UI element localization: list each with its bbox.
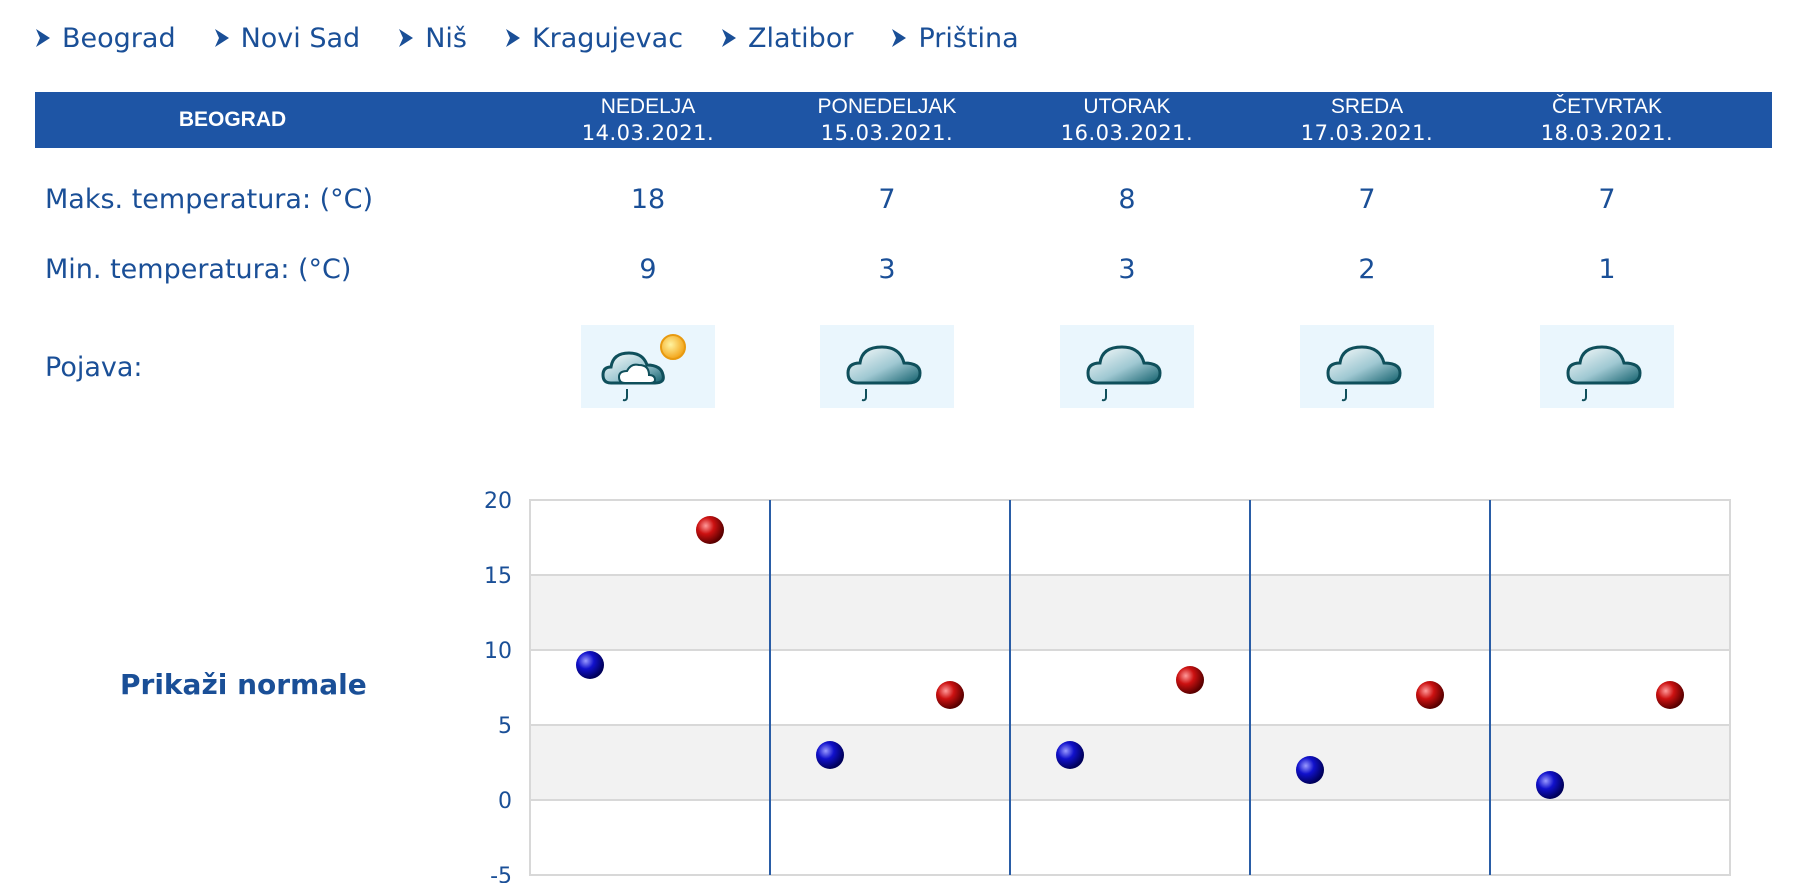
arrow-right-icon [214, 29, 229, 47]
min-temp-point [1296, 756, 1324, 784]
day-name: NEDELJA [600, 95, 696, 118]
city-link[interactable]: Niš [398, 23, 467, 54]
arrow-right-icon [722, 29, 737, 47]
max-temp-label: Maks. temperatura: (°C) [45, 184, 374, 215]
city-link-label: Novi Sad [240, 22, 361, 54]
day-name: ČETVRTAK [1551, 95, 1663, 118]
min-temp-value: 3 [878, 254, 896, 285]
day-date: 14.03.2021. [581, 121, 715, 145]
min-temp-value: 2 [1358, 254, 1376, 285]
day-date: 18.03.2021. [1540, 121, 1674, 145]
day-date: 17.03.2021. [1300, 121, 1434, 145]
y-tick-label: 20 [484, 489, 512, 514]
city-link-label: Niš [425, 22, 467, 54]
city-link[interactable]: Kragujevac [505, 23, 683, 54]
day-name: PONEDELJAK [817, 95, 957, 118]
cloud-light-rain-icon [1540, 325, 1674, 408]
max-temp-point [696, 516, 724, 544]
city-link[interactable]: Novi Sad [214, 22, 361, 54]
max-temp-value: 18 [630, 184, 666, 215]
city-link-label: Zlatibor [748, 22, 854, 54]
y-tick-label: 10 [484, 639, 512, 664]
min-temp-point [576, 651, 604, 679]
city-link-label: Priština [918, 22, 1019, 54]
chart-band [530, 800, 1730, 875]
city-link[interactable]: Priština [891, 22, 1019, 54]
y-tick-label: -5 [490, 864, 512, 883]
city-link[interactable]: Beograd [35, 23, 176, 54]
chart-band [530, 575, 1730, 650]
day-header: ČETVRTAK 18.03.2021. [1507, 94, 1707, 146]
max-temp-value: 7 [1598, 184, 1616, 215]
min-temp-point [1536, 771, 1564, 799]
day-date: 16.03.2021. [1060, 121, 1194, 145]
y-tick-label: 0 [498, 789, 512, 814]
city-link[interactable]: Zlatibor [721, 23, 853, 54]
cloud-light-rain-icon [820, 325, 954, 408]
y-tick-label: 15 [484, 564, 512, 589]
partly-cloudy-sun-light-rain-icon [581, 325, 715, 408]
city-link-label: Kragujevac [531, 22, 684, 54]
min-temp-value: 3 [1118, 254, 1136, 285]
temperature-chart: 20 15 10 5 0 -5 [484, 489, 1731, 883]
phenomenon-label: Pojava: [45, 352, 143, 383]
day-name: SREDA [1330, 95, 1404, 118]
min-temp-point [1056, 741, 1084, 769]
min-temp-label: Min. temperatura: (°C) [45, 254, 352, 285]
max-temp-point [1416, 681, 1444, 709]
arrow-right-icon [36, 29, 50, 47]
max-temp-value: 7 [878, 184, 896, 215]
cloud-light-rain-icon [1300, 325, 1434, 408]
min-temp-value: 9 [639, 254, 657, 285]
forecast-header: BEOGRAD NEDELJA 14.03.2021. PONEDELJAK 15.0… [35, 92, 1772, 148]
day-date: 15.03.2021. [820, 121, 954, 145]
day-header: PONEDELJAK 15.03.2021. [787, 94, 987, 146]
max-temp-point [1656, 681, 1684, 709]
max-temp-point [936, 681, 964, 709]
arrow-right-icon [399, 29, 414, 47]
max-temp-value: 8 [1118, 184, 1136, 215]
day-header: SREDA 17.03.2021. [1267, 94, 1467, 146]
day-name: UTORAK [1083, 95, 1171, 118]
header-city-name: BEOGRAD [178, 108, 287, 131]
day-header: UTORAK 16.03.2021. [1027, 94, 1227, 146]
chart-band [530, 650, 1730, 725]
show-normals-link[interactable]: Prikaži normale [120, 668, 367, 701]
min-temp-point [816, 741, 844, 769]
y-tick-label: 5 [498, 714, 512, 739]
min-temp-value: 1 [1598, 254, 1616, 285]
arrow-right-icon [892, 29, 907, 47]
city-link-label: Beograd [62, 22, 176, 54]
city-nav: Beograd Novi Sad Niš Kragujevac Zlatibor Priš… [35, 18, 1057, 58]
max-temp-value: 7 [1358, 184, 1376, 215]
day-header: NEDELJA 14.03.2021. [548, 94, 748, 146]
arrow-right-icon [505, 29, 520, 47]
max-temp-point [1176, 666, 1204, 694]
cloud-light-rain-icon [1060, 325, 1194, 408]
